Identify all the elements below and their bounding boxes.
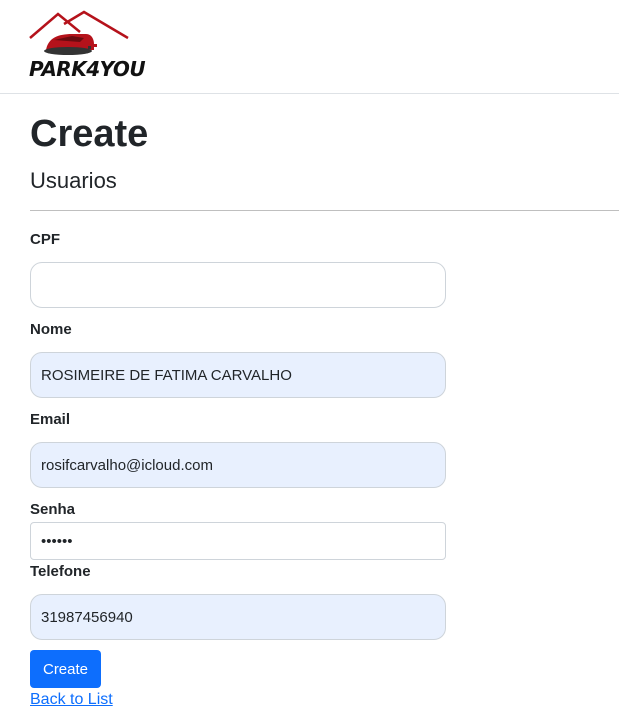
nome-label: Nome	[30, 321, 72, 338]
park4you-logo[interactable]: PARK4YOU	[28, 10, 146, 84]
section-divider	[30, 210, 619, 211]
nome-input[interactable]	[30, 352, 446, 398]
page-title: Create	[30, 113, 149, 155]
senha-password-input[interactable]	[30, 522, 446, 560]
telefone-label: Telefone	[30, 563, 91, 580]
brand-name: PARK4YOU	[29, 57, 146, 81]
senha-label: Senha	[30, 501, 76, 518]
create-button[interactable]: Create	[30, 650, 101, 688]
cpf-input[interactable]	[30, 262, 446, 308]
navbar: PARK4YOU	[0, 0, 619, 94]
email-label: Email	[30, 411, 71, 428]
house-car-icon	[29, 10, 129, 55]
cpf-label: CPF	[30, 231, 60, 248]
page-subtitle: Usuarios	[30, 168, 117, 193]
telefone-input[interactable]	[30, 594, 446, 640]
email-input[interactable]	[30, 442, 446, 488]
back-to-list-link[interactable]: Back to List	[30, 691, 113, 709]
